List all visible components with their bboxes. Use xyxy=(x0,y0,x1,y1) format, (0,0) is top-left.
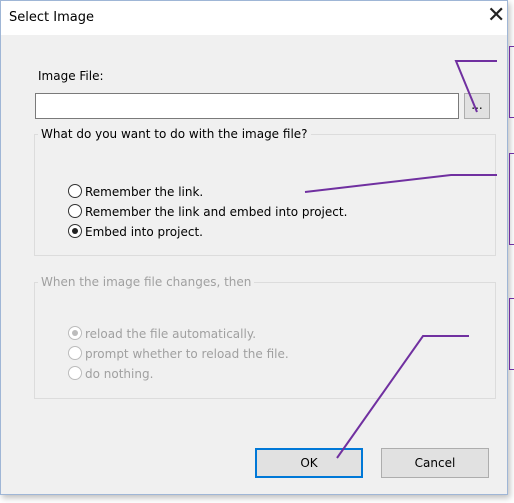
radio-label: Remember the link. xyxy=(85,185,204,199)
image-file-label: Image File: xyxy=(38,69,104,83)
radio-label: Embed into project. xyxy=(85,225,203,239)
cancel-button[interactable]: Cancel xyxy=(381,448,489,478)
action-group-legend: What do you want to do with the image fi… xyxy=(41,127,308,141)
file-change-group-legend: When the image file changes, then xyxy=(41,275,252,289)
image-file-input[interactable] xyxy=(35,93,459,119)
annotation-bracket-3 xyxy=(509,298,514,370)
radio-label: Remember the link and embed into project… xyxy=(85,205,348,219)
radio-label: reload the file automatically. xyxy=(85,327,257,341)
title-bar: Select Image ✕ xyxy=(1,1,507,35)
close-icon[interactable]: ✕ xyxy=(487,5,505,27)
action-group: What do you want to do with the image fi… xyxy=(34,127,496,256)
ok-button[interactable]: OK xyxy=(255,448,363,478)
radio-circle[interactable] xyxy=(68,184,82,198)
radio-label: prompt whether to reload the file. xyxy=(85,347,289,361)
radio-circle xyxy=(68,346,82,360)
radio-circle-checked[interactable] xyxy=(68,224,82,238)
file-change-group: When the image file changes, then reload… xyxy=(34,275,496,399)
annotation-bracket-2 xyxy=(509,153,514,245)
radio-circle[interactable] xyxy=(68,204,82,218)
radio-circle xyxy=(68,366,82,380)
radio-circle-checked xyxy=(68,326,82,340)
select-image-dialog: Select Image ✕ Image File: ... What do y… xyxy=(0,0,508,495)
radio-label: do nothing. xyxy=(85,367,154,381)
dialog-title: Select Image xyxy=(9,10,94,25)
browse-button[interactable]: ... xyxy=(464,93,490,119)
annotation-bracket-1 xyxy=(509,46,514,118)
